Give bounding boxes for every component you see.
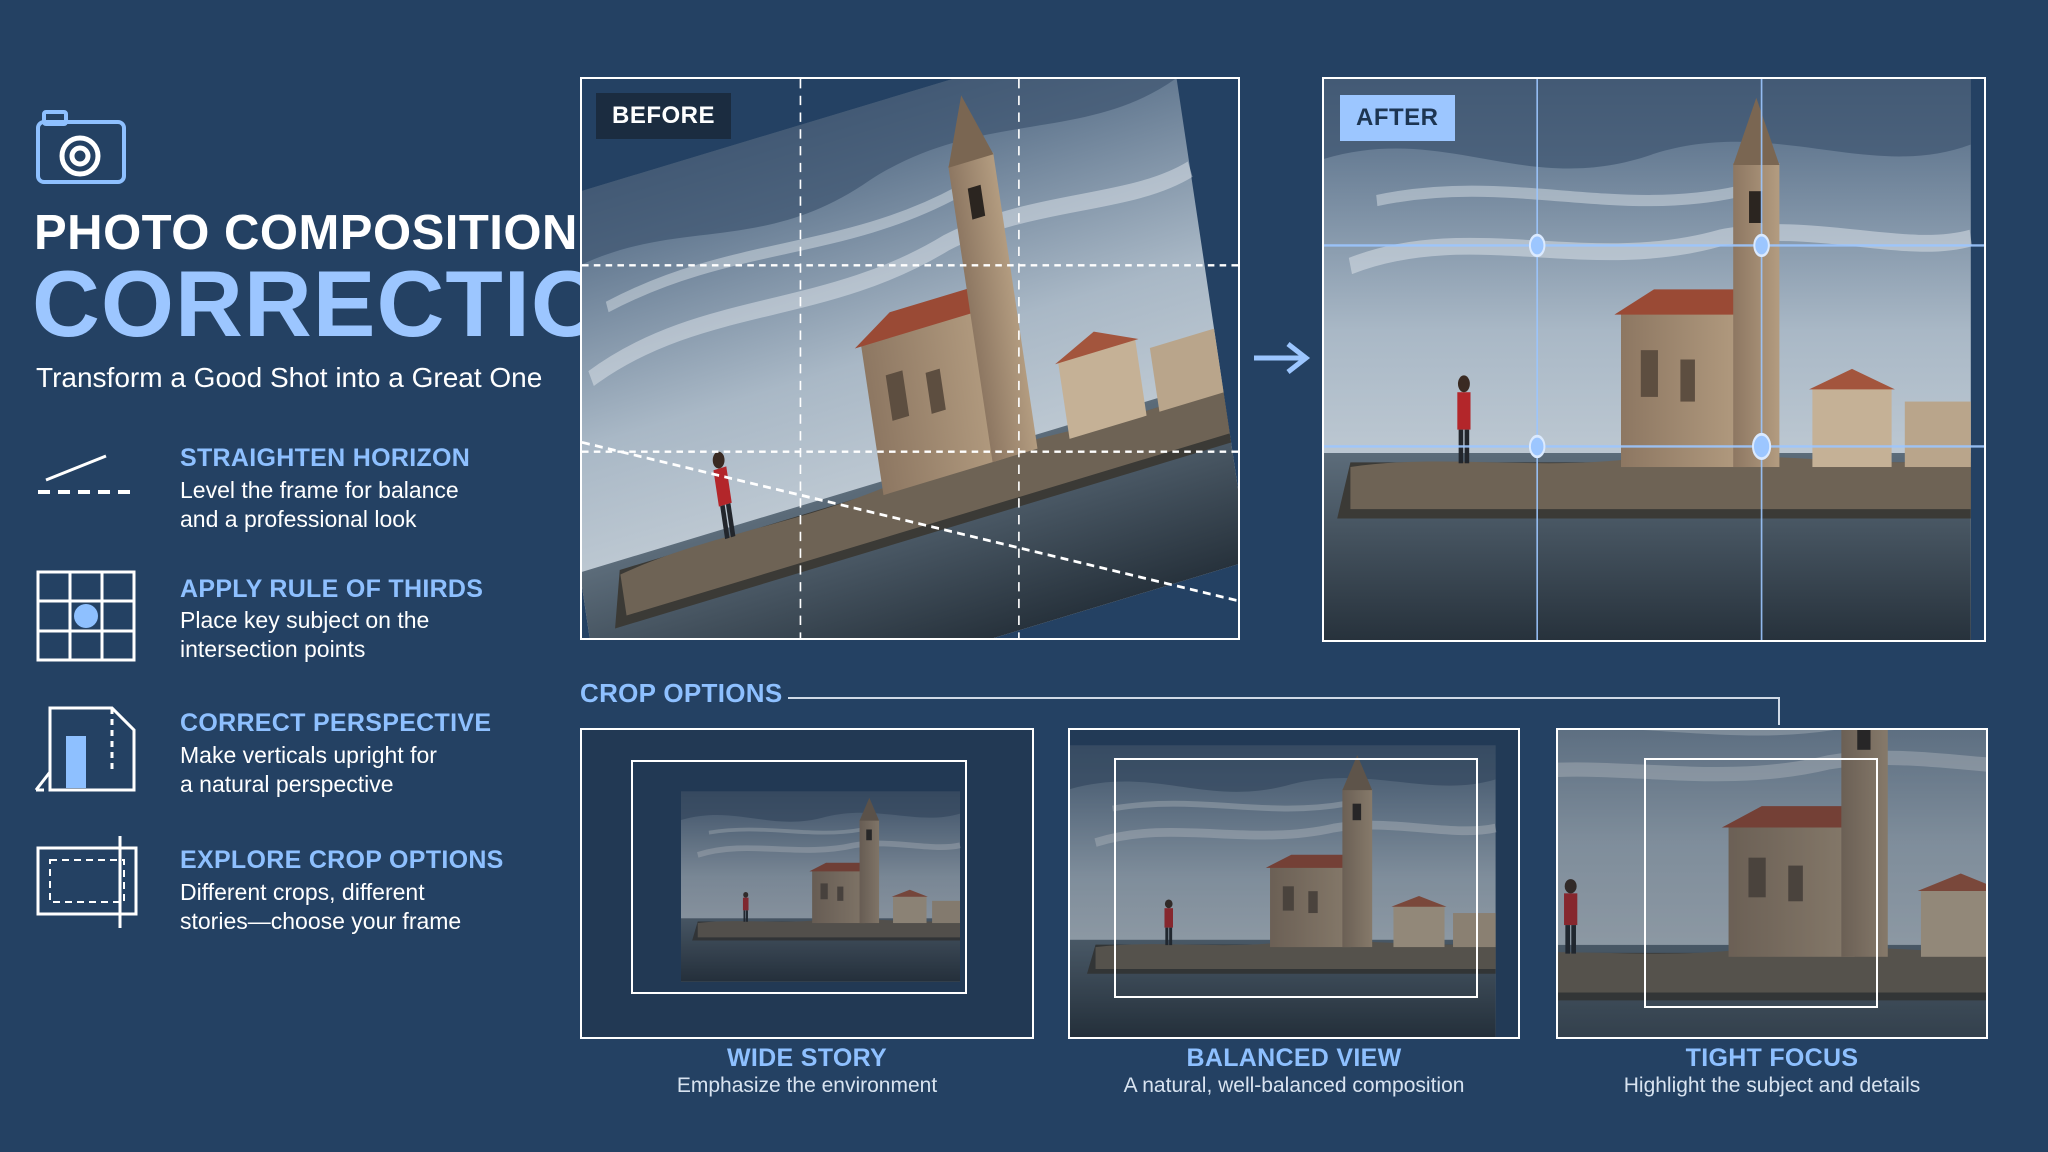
before-photo: BEFORE	[580, 77, 1240, 640]
step-desc: Make verticals upright for	[180, 742, 437, 768]
crop-options-heading: CROP OPTIONS	[580, 678, 783, 708]
step-title-perspective: CORRECT PERSPECTIVE	[180, 709, 492, 737]
horizon-line-icon	[38, 454, 134, 494]
step-desc: stories—choose your frame	[180, 908, 462, 934]
before-scene-image	[582, 79, 1238, 638]
arrow-right-icon	[1254, 342, 1311, 374]
crop-option-wide[interactable]	[580, 728, 1034, 1039]
step-title-rule-of-thirds: APPLY RULE OF THIRDS	[180, 575, 484, 603]
crop-desc-tight: Highlight the subject and details	[1623, 1074, 1921, 1097]
step-desc: Place key subject on the	[180, 607, 430, 633]
crop-option-balanced[interactable]	[1068, 728, 1520, 1039]
perspective-box-icon	[34, 706, 136, 792]
rule-of-thirds-grid-icon	[36, 570, 136, 662]
step-desc: Level the frame for balance	[180, 477, 459, 503]
after-scene-image	[1324, 79, 1984, 640]
camera-icon	[36, 110, 126, 184]
after-badge: AFTER	[1340, 95, 1455, 141]
divider-line-connector	[1778, 697, 1780, 725]
crop-frame-overlay	[1644, 758, 1878, 1008]
step-desc: intersection points	[180, 636, 366, 662]
crop-frame-overlay	[631, 760, 967, 994]
crop-label-balanced: BALANCED VIEW	[1186, 1044, 1402, 1072]
step-desc: Different crops, different	[180, 879, 425, 905]
crop-desc-wide: Emphasize the environment	[676, 1074, 938, 1097]
step-title-straighten: STRAIGHTEN HORIZON	[180, 444, 471, 472]
crop-frame-overlay	[1114, 758, 1478, 998]
step-desc: and a professional look	[180, 506, 417, 532]
title-line-2: CORRECTION	[32, 251, 674, 356]
before-badge: BEFORE	[596, 93, 732, 139]
crop-frame-icon	[36, 836, 138, 928]
crop-label-wide: WIDE STORY	[727, 1044, 887, 1072]
step-desc: a natural perspective	[180, 771, 394, 797]
crop-label-tight: TIGHT FOCUS	[1685, 1044, 1859, 1072]
after-photo: AFTER	[1322, 77, 1986, 642]
step-title-crop: EXPLORE CROP OPTIONS	[180, 846, 504, 874]
divider-line	[788, 697, 1780, 699]
subtitle: Transform a Good Shot into a Great One	[36, 362, 543, 393]
crop-desc-balanced: A natural, well-balanced composition	[1123, 1074, 1465, 1097]
crop-option-tight[interactable]	[1556, 728, 1988, 1039]
